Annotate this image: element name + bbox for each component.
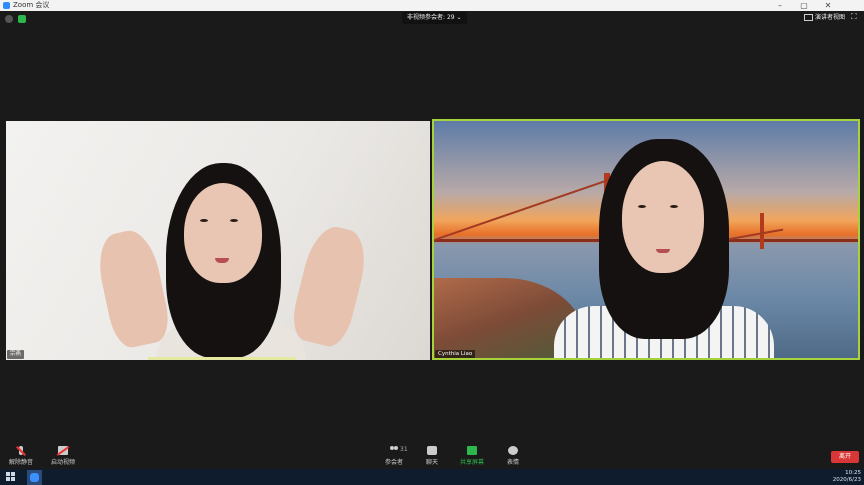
- window-title: Zoom 会议: [13, 1, 50, 9]
- taskbar-time: 10:25: [845, 470, 861, 476]
- chat-icon: [427, 446, 437, 455]
- video-tile-right[interactable]: Cynthia Liao: [432, 119, 860, 360]
- video-off-icon: [58, 446, 68, 455]
- shield-icon[interactable]: [18, 15, 26, 23]
- mic-muted-icon: [19, 446, 23, 455]
- speaker-view-label: 演讲者视图: [815, 14, 846, 21]
- leave-button[interactable]: 离开: [831, 451, 859, 463]
- participants-label: 参会者: [384, 459, 403, 466]
- zoom-taskbar-icon[interactable]: [27, 470, 42, 485]
- minimize-button[interactable]: –: [768, 0, 792, 11]
- participant-name-right: Cynthia Liao: [435, 350, 476, 358]
- maximize-button[interactable]: ▢: [792, 0, 816, 11]
- unmute-button[interactable]: 解除静音: [1, 446, 41, 466]
- reactions-icon: [508, 446, 518, 455]
- window-titlebar: Zoom 会议 – ▢ ✕: [0, 0, 864, 11]
- taskbar-clock[interactable]: 10:25 2020/6/23: [825, 470, 861, 484]
- reactions-button[interactable]: 表情: [493, 446, 533, 466]
- zoom-logo-icon: [3, 2, 10, 9]
- speaking-indicator-bar: [148, 357, 296, 360]
- share-screen-label: 共享屏幕: [459, 459, 484, 466]
- start-video-button[interactable]: 启动视频: [43, 446, 83, 466]
- non-video-participants-count: 29: [446, 14, 455, 21]
- os-taskbar: [0, 469, 864, 485]
- share-screen-button[interactable]: 共享屏幕: [452, 446, 492, 466]
- participants-count-badge: 31: [400, 446, 408, 453]
- participant-name-left: 宗燕: [7, 350, 25, 359]
- chat-label: 聊天: [425, 459, 438, 466]
- windows-start-icon[interactable]: [6, 472, 16, 482]
- speaker-view-button[interactable]: 演讲者视图: [804, 13, 845, 23]
- reactions-label: 表情: [506, 459, 519, 466]
- fullscreen-icon[interactable]: ⛶: [851, 13, 859, 21]
- unmute-label: 解除静音: [8, 459, 33, 466]
- taskbar-date: 2020/6/23: [832, 477, 861, 483]
- start-video-label: 启动视频: [50, 459, 75, 466]
- video-tile-left[interactable]: 宗燕: [6, 121, 430, 360]
- share-screen-icon: [467, 446, 477, 455]
- close-button[interactable]: ✕: [816, 0, 840, 11]
- chat-button[interactable]: 聊天: [412, 446, 452, 466]
- participants-icon: [389, 446, 399, 455]
- non-video-participants-indicator[interactable]: 非视频参会者: 29 ⌄: [402, 12, 467, 24]
- chevron-down-icon: ⌄: [456, 14, 462, 21]
- participants-button[interactable]: 参会者: [374, 446, 414, 466]
- non-video-participants-label: 非视频参会者:: [407, 14, 446, 21]
- speaker-view-icon: [804, 14, 813, 21]
- meeting-info-icon[interactable]: [5, 15, 13, 23]
